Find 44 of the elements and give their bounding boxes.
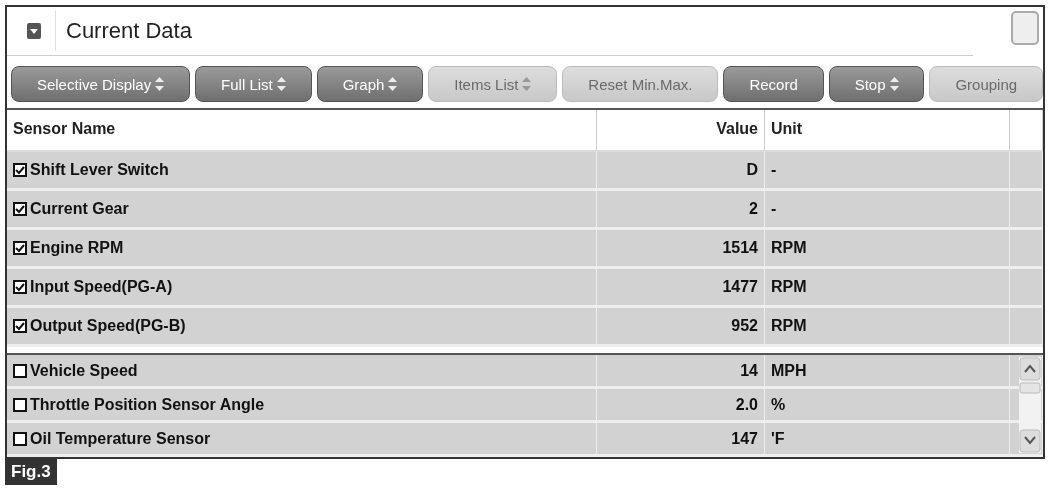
table-cell: 14: [597, 355, 765, 386]
sensor-name: Throttle Position Sensor Angle: [30, 395, 265, 414]
table-cell: 2.0: [597, 389, 765, 420]
sensor-name: Engine RPM: [30, 239, 124, 257]
checkbox[interactable]: [13, 319, 27, 333]
sensor-name: Current Gear: [30, 200, 129, 218]
checkbox[interactable]: [13, 241, 27, 255]
table-cell: 952: [597, 308, 765, 344]
column-header[interactable]: Value: [597, 110, 765, 150]
scrollbar[interactable]: [1019, 357, 1041, 453]
table-cell: -: [765, 191, 1010, 227]
table-cell: -: [765, 152, 1010, 188]
checkbox[interactable]: [13, 280, 27, 294]
table-cell: 1477: [597, 269, 765, 305]
table-cell: %: [765, 389, 1010, 420]
column-header[interactable]: Sensor Name: [7, 110, 597, 150]
sensor-name: Shift Lever Switch: [30, 161, 169, 179]
window-title: Current Data: [66, 18, 192, 44]
toolbar-button[interactable]: Full List: [195, 66, 312, 102]
table-cell: 1514: [597, 230, 765, 266]
sensor-name: Oil Temperature Sensor: [30, 429, 211, 448]
toolbar-button[interactable]: Graph: [316, 66, 424, 102]
toolbar-button[interactable]: Stop: [828, 66, 925, 102]
table-cell: 2: [597, 191, 765, 227]
sensor-name: Vehicle Speed: [30, 361, 138, 380]
table-cell: D: [597, 152, 765, 188]
table-cell: 'F: [765, 423, 1010, 454]
sensor-name: Output Speed(PG-B): [30, 317, 186, 335]
figure-caption: Fig.3: [5, 459, 57, 485]
table-cell: RPM: [765, 230, 1010, 266]
toolbar-button[interactable]: Record: [723, 66, 824, 102]
checkbox[interactable]: [13, 397, 27, 412]
checkbox[interactable]: [13, 431, 27, 446]
checkbox[interactable]: [13, 363, 27, 378]
table-cell: RPM: [765, 308, 1010, 344]
checkbox[interactable]: [13, 163, 27, 177]
table-cell: RPM: [765, 269, 1010, 305]
menu-icon[interactable]: [27, 23, 41, 39]
checkbox[interactable]: [13, 202, 27, 216]
sensor-name: Input Speed(PG-A): [30, 278, 173, 296]
table-cell: 147: [597, 423, 765, 454]
column-header[interactable]: Unit: [765, 110, 1010, 150]
toolbar-button[interactable]: Selective Display: [11, 66, 191, 102]
table-cell: MPH: [765, 355, 1010, 386]
